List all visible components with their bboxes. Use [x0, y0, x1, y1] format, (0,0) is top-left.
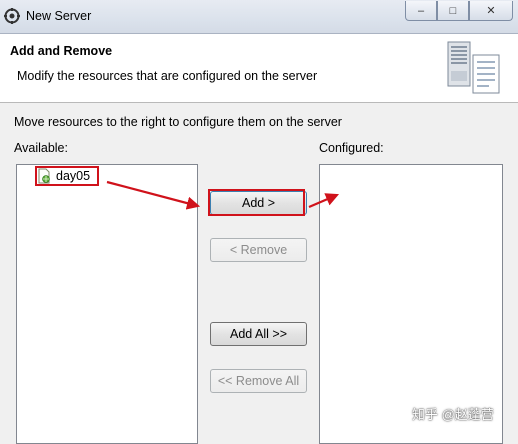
- minimize-icon: –: [417, 4, 425, 17]
- annotation-box-day05: [35, 166, 99, 186]
- maximize-icon: □: [449, 4, 457, 17]
- close-icon: ✕: [486, 5, 496, 17]
- instruction-text: Move resources to the right to configure…: [14, 115, 342, 129]
- close-button[interactable]: ✕: [469, 1, 513, 21]
- annotation-box-add: [208, 189, 305, 216]
- available-label: Available:: [14, 141, 68, 155]
- configured-label: Configured:: [319, 141, 384, 155]
- remove-all-button[interactable]: << Remove All: [210, 369, 307, 393]
- page-title: Add and Remove: [10, 44, 113, 58]
- server-icon: [447, 41, 500, 94]
- page-description: Modify the resources that are configured…: [17, 69, 318, 83]
- eclipse-gear-icon: [4, 8, 20, 24]
- minimize-button[interactable]: –: [405, 1, 437, 21]
- remove-button[interactable]: < Remove: [210, 238, 307, 262]
- available-list[interactable]: day05: [16, 164, 198, 444]
- add-all-button[interactable]: Add All >>: [210, 322, 307, 346]
- window-title: New Server: [26, 9, 92, 23]
- window-titlebar: New Server – □ ✕: [0, 0, 518, 34]
- maximize-button[interactable]: □: [437, 1, 469, 21]
- configured-list[interactable]: [319, 164, 503, 444]
- watermark: 知乎 @赵蓬营: [412, 407, 494, 422]
- wizard-header: Add and Remove Modify the resources that…: [0, 34, 518, 103]
